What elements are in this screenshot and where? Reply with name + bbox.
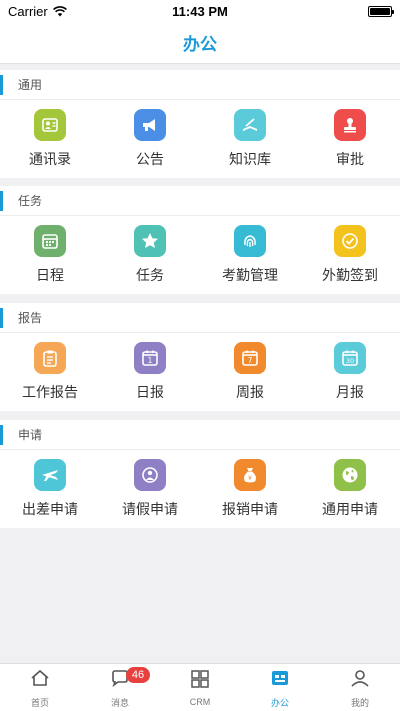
section-grid: 出差申请 请假申请 ¥ 报销申请 通用申请 xyxy=(0,450,400,528)
section-2: 报告工作报告 1 日报 7 周报 30 月报 xyxy=(0,303,400,411)
tab-label: 办公 xyxy=(270,697,289,708)
grid-item-label: 审批 xyxy=(336,151,364,167)
grid-item-label: 通用申请 xyxy=(322,501,378,517)
grid-item-label: 通讯录 xyxy=(29,151,71,167)
grid-item-label: 知识库 xyxy=(229,151,271,167)
grid-item[interactable]: 日程 xyxy=(0,225,100,285)
leave-icon xyxy=(134,459,166,491)
grid-item[interactable]: 30 月报 xyxy=(300,342,400,402)
tab-label: CRM xyxy=(189,697,211,707)
grid-item[interactable]: 工作报告 xyxy=(0,342,100,402)
grid-item-label: 报销申请 xyxy=(222,501,278,517)
section-header: 报告 xyxy=(0,303,400,333)
tab-2[interactable]: CRM xyxy=(160,664,240,711)
nav-bar: 办公 xyxy=(0,22,400,64)
profile-icon xyxy=(349,667,371,694)
grid-item-label: 外勤签到 xyxy=(322,267,378,283)
megaphone-icon xyxy=(134,109,166,141)
tab-0[interactable]: 首页 xyxy=(0,664,80,711)
grid-item-label: 考勤管理 xyxy=(222,267,278,283)
status-bar: Carrier 11:43 PM xyxy=(0,0,400,22)
grid-item-label: 周报 xyxy=(236,384,264,400)
calendar-number: 30 xyxy=(346,357,354,365)
wifi-icon xyxy=(52,5,67,16)
home-icon xyxy=(29,667,51,694)
clipboard-icon xyxy=(34,342,66,374)
section-header: 任务 xyxy=(0,186,400,216)
calendar-30-icon: 30 xyxy=(334,342,366,374)
grid-item[interactable]: ¥ 报销申请 xyxy=(200,459,300,519)
grid-item[interactable]: 出差申请 xyxy=(0,459,100,519)
section-3: 申请出差申请 请假申请 ¥ 报销申请 通用申请 xyxy=(0,420,400,528)
grid-item-label: 公告 xyxy=(136,151,164,167)
grid-item-label: 出差申请 xyxy=(22,501,78,517)
tab-label: 我的 xyxy=(350,697,369,708)
book-icon xyxy=(234,109,266,141)
airplane-icon xyxy=(34,459,66,491)
carrier-label: Carrier xyxy=(8,3,48,19)
section-0: 通用通讯录 公告 知识库 审批 xyxy=(0,70,400,178)
section-1: 任务 日程 任务 考勤管理 外勤签到 xyxy=(0,186,400,294)
svg-text:¥: ¥ xyxy=(248,475,252,482)
calendar-icon xyxy=(34,225,66,257)
fingerprint-icon xyxy=(234,225,266,257)
grid-item[interactable]: 知识库 xyxy=(200,109,300,169)
grid-item[interactable]: 审批 xyxy=(300,109,400,169)
grid-item[interactable]: 请假申请 xyxy=(100,459,200,519)
checkin-icon xyxy=(334,225,366,257)
calendar-number: 7 xyxy=(248,356,253,365)
battery-icon xyxy=(368,5,394,17)
grid-item-label: 月报 xyxy=(336,384,364,400)
grid-item[interactable]: 考勤管理 xyxy=(200,225,300,285)
star-icon xyxy=(134,225,166,257)
tab-label: 首页 xyxy=(30,697,49,708)
section-grid: 日程 任务 考勤管理 外勤签到 xyxy=(0,216,400,294)
contacts-icon xyxy=(34,109,66,141)
grid-item[interactable]: 通用申请 xyxy=(300,459,400,519)
tab-4[interactable]: 我的 xyxy=(320,664,400,711)
page-title: 办公 xyxy=(183,35,217,54)
grid-item[interactable]: 通讯录 xyxy=(0,109,100,169)
office-icon xyxy=(269,667,291,694)
globe-icon xyxy=(334,459,366,491)
grid-item[interactable]: 7 周报 xyxy=(200,342,300,402)
section-header: 申请 xyxy=(0,420,400,450)
grid-item-label: 日报 xyxy=(136,384,164,400)
calendar-1-icon: 1 xyxy=(134,342,166,374)
tab-label: 消息 xyxy=(110,697,129,708)
section-grid: 通讯录 公告 知识库 审批 xyxy=(0,100,400,178)
grid-item[interactable]: 公告 xyxy=(100,109,200,169)
section-header: 通用 xyxy=(0,70,400,100)
grid-item-label: 日程 xyxy=(36,267,64,283)
grid-item[interactable]: 外勤签到 xyxy=(300,225,400,285)
grid-item-label: 请假申请 xyxy=(122,501,178,517)
money-bag-icon: ¥ xyxy=(234,459,266,491)
grid-item[interactable]: 1 日报 xyxy=(100,342,200,402)
tab-bar: 首页 消息 46 CRM 办公 我的 xyxy=(0,663,400,711)
grid-item-label: 任务 xyxy=(136,267,164,283)
stamp-icon xyxy=(334,109,366,141)
section-grid: 工作报告 1 日报 7 周报 30 月报 xyxy=(0,333,400,411)
calendar-7-icon: 7 xyxy=(234,342,266,374)
calendar-number: 1 xyxy=(148,356,153,365)
tab-3[interactable]: 办公 xyxy=(240,664,320,711)
tab-1[interactable]: 消息 46 xyxy=(80,664,160,711)
crm-icon xyxy=(189,668,211,695)
grid-item-label: 工作报告 xyxy=(22,384,78,400)
unread-badge: 46 xyxy=(126,667,150,683)
grid-item[interactable]: 任务 xyxy=(100,225,200,285)
